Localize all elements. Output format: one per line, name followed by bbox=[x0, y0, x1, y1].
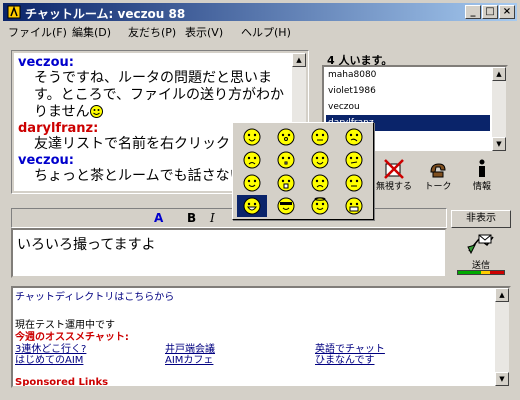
ignore-button[interactable]: 無視する bbox=[374, 156, 414, 194]
grin-icon bbox=[243, 197, 261, 215]
featured-link[interactable]: AIMカフェ bbox=[165, 355, 213, 367]
menu-view[interactable]: 表示(V) bbox=[185, 24, 223, 40]
wink-icon bbox=[243, 174, 261, 192]
member-item[interactable]: veczou bbox=[326, 99, 490, 115]
chat-line: そうですね、ルータの問題だと思いま bbox=[34, 70, 272, 86]
featured-heading: 今週のオススメチャット: bbox=[15, 332, 129, 343]
ignore-icon bbox=[384, 159, 404, 179]
menu-friends[interactable]: 友だち(P) bbox=[128, 24, 176, 40]
chat-line: りません bbox=[18, 104, 288, 121]
chat-nick: veczou: bbox=[18, 55, 74, 70]
talk-button[interactable]: トーク bbox=[420, 156, 456, 194]
shout-icon bbox=[277, 174, 295, 192]
emoticon-option[interactable] bbox=[271, 195, 301, 217]
featured-link[interactable]: はじめてのAIM bbox=[15, 355, 83, 367]
emoticon-option[interactable] bbox=[271, 149, 301, 171]
surprised-icon bbox=[277, 128, 295, 146]
aim-man-icon bbox=[7, 5, 21, 19]
sad-icon bbox=[243, 151, 261, 169]
testing-notice: 現在テスト運用中です bbox=[15, 320, 115, 331]
sunglasses-icon bbox=[277, 197, 295, 215]
scroll-up-arrow[interactable]: ▲ bbox=[495, 288, 509, 302]
info-icon bbox=[479, 159, 485, 177]
maximize-button[interactable]: □ bbox=[482, 5, 498, 19]
format-toolbar: A B I bbox=[11, 208, 447, 228]
emoticon-option[interactable] bbox=[339, 172, 369, 194]
smile-icon bbox=[89, 105, 103, 118]
featured-link[interactable]: ひまなんです bbox=[315, 355, 375, 367]
smile-icon bbox=[243, 128, 261, 146]
member-item[interactable]: maha8080 bbox=[326, 67, 490, 83]
crying-icon bbox=[311, 174, 329, 192]
emoticon-option[interactable] bbox=[339, 195, 369, 217]
info-button[interactable]: 情報 bbox=[464, 156, 500, 194]
emoticon-option[interactable] bbox=[237, 126, 267, 148]
chat-line: す。ところで、ファイルの送り方がわか bbox=[34, 87, 285, 103]
message-input-value: いろいろ撮ってますよ bbox=[17, 237, 156, 253]
emoticon-option[interactable] bbox=[237, 195, 267, 217]
menu-file[interactable]: ファイル(F) bbox=[8, 24, 67, 40]
emoticon-option[interactable] bbox=[271, 126, 301, 148]
emoticon-option[interactable] bbox=[305, 126, 335, 148]
confused-icon bbox=[345, 128, 363, 146]
money-mouth-icon bbox=[345, 197, 363, 215]
phone-icon bbox=[430, 163, 446, 178]
scroll-down-arrow[interactable]: ▼ bbox=[495, 372, 509, 386]
member-item[interactable]: violet1986 bbox=[326, 83, 490, 99]
font-color-button[interactable]: A bbox=[154, 211, 163, 225]
talk-label: トーク bbox=[424, 182, 452, 192]
emoticon-option[interactable] bbox=[237, 172, 267, 194]
emoticon-option[interactable] bbox=[339, 126, 369, 148]
warning-level-bar bbox=[457, 270, 505, 275]
emoticon-picker bbox=[232, 122, 374, 220]
close-button[interactable]: × bbox=[499, 5, 515, 19]
emoticon-option[interactable] bbox=[237, 149, 267, 171]
angel-icon bbox=[311, 197, 329, 215]
window-title: チャットルーム: veczou 88 bbox=[25, 7, 186, 21]
chat-line-text: りません bbox=[34, 104, 90, 120]
emoticon-option[interactable] bbox=[305, 172, 335, 194]
emoticon-option[interactable] bbox=[271, 172, 301, 194]
scroll-up-arrow[interactable]: ▲ bbox=[292, 53, 306, 67]
bold-button[interactable]: B bbox=[187, 211, 196, 225]
ignore-label: 無視する bbox=[375, 182, 412, 192]
scroll-down-arrow[interactable]: ▼ bbox=[492, 137, 506, 151]
kiss-icon bbox=[277, 151, 295, 169]
member-scrollbar[interactable]: ▲ ▼ bbox=[492, 67, 506, 151]
cool-neutral-icon bbox=[311, 128, 329, 146]
hide-button[interactable]: 非表示 bbox=[451, 210, 511, 228]
info-label: 情報 bbox=[472, 182, 491, 192]
embarrassed-icon bbox=[345, 174, 363, 192]
send-button[interactable]: 送信 bbox=[452, 230, 510, 276]
scroll-up-arrow[interactable]: ▲ bbox=[492, 67, 506, 81]
emoticon-option[interactable] bbox=[305, 195, 335, 217]
directory-scrollbar[interactable]: ▲ ▼ bbox=[495, 288, 509, 386]
menu-bar: ファイル(F) 編集(D) 友だち(P) 表示(V) ヘルプ(H) bbox=[3, 22, 517, 40]
minimize-button[interactable]: _ bbox=[465, 5, 481, 19]
tongue-icon bbox=[311, 151, 329, 169]
chat-directory: チャットディレクトリはこちらから 現在テスト運用中です 今週のオススメチャット:… bbox=[11, 286, 511, 388]
emoticon-option[interactable] bbox=[339, 149, 369, 171]
directory-link[interactable]: チャットディレクトリはこちらから bbox=[15, 292, 174, 304]
undecided-icon bbox=[345, 151, 363, 169]
menu-help[interactable]: ヘルプ(H) bbox=[241, 24, 291, 40]
send-icon bbox=[467, 234, 494, 255]
italic-button[interactable]: I bbox=[210, 211, 215, 225]
menu-edit[interactable]: 編集(D) bbox=[72, 24, 111, 40]
title-bar[interactable]: チャットルーム: veczou 88 _ □ × bbox=[3, 3, 517, 21]
emoticon-option[interactable] bbox=[305, 149, 335, 171]
message-input[interactable]: いろいろ撮ってますよ bbox=[11, 228, 447, 278]
sponsored-heading: Sponsored Links bbox=[15, 377, 109, 386]
